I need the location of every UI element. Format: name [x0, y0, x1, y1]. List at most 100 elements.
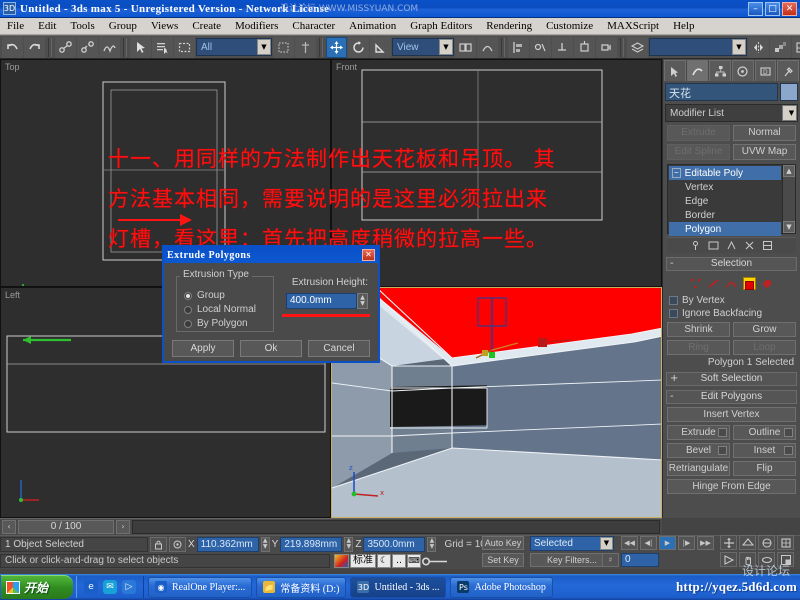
set-key-button[interactable]: Set Key — [482, 553, 524, 567]
key-mode-toggle-icon[interactable]: ♯ — [602, 553, 619, 567]
quick-modifier-extrude[interactable]: Extrude — [667, 125, 730, 141]
ime-toolbar[interactable]: 标准 ☾ ․․ ⌨ — [334, 554, 448, 568]
modifier-stack[interactable]: − Editable Poly Vertex Edge Border Polyg… — [667, 164, 796, 236]
quick-modifier-uvw-map[interactable]: UVW Map — [733, 144, 796, 160]
menu-maxscript[interactable]: MAXScript — [600, 18, 666, 34]
quick-modifier-edit-spline[interactable]: Edit Spline — [667, 144, 730, 160]
motion-tab[interactable] — [732, 60, 754, 81]
align-icon[interactable] — [508, 36, 529, 58]
stack-item-border[interactable]: Border — [669, 208, 781, 222]
make-unique-icon[interactable] — [726, 240, 737, 251]
remove-modifier-icon[interactable] — [744, 240, 755, 251]
modify-tab[interactable] — [686, 60, 709, 81]
menu-tools[interactable]: Tools — [63, 18, 101, 34]
selection-filter-combo[interactable]: All ▼ — [196, 38, 272, 56]
display-tab[interactable]: D — [754, 60, 777, 81]
checkbox-box[interactable] — [669, 309, 678, 318]
radio-group[interactable]: Group — [184, 290, 225, 301]
go-to-end-icon[interactable]: ▶▶ — [697, 536, 714, 550]
outlook-icon[interactable]: ✉ — [103, 580, 117, 594]
zoom-all-icon[interactable] — [739, 535, 756, 550]
chevron-down-icon[interactable]: ▼ — [782, 105, 797, 121]
ime-moon-icon[interactable]: ☾ — [377, 554, 391, 568]
crossing-selection-icon[interactable] — [273, 36, 294, 58]
layer-manager-icon[interactable] — [627, 36, 648, 58]
coordinate-y[interactable]: Y 219.898mm ▲ ▼ — [272, 537, 354, 552]
key-mode-combo[interactable]: Selected ▼ — [530, 536, 614, 551]
grow-button[interactable]: Grow — [733, 322, 796, 337]
menu-rendering[interactable]: Rendering — [479, 18, 539, 34]
place-highlight-icon[interactable] — [574, 36, 595, 58]
rect-selection-region-icon[interactable] — [174, 36, 195, 58]
modifier-stack-scrollbar[interactable]: ▲ ▼ — [782, 165, 795, 233]
ime-logo-icon[interactable] — [334, 554, 349, 568]
extrude-polygons-dialog[interactable]: Extrude Polygons ✕ Extrusion Type Group … — [162, 245, 380, 363]
ok-button[interactable]: Ok — [240, 340, 302, 357]
select-and-move-icon[interactable] — [326, 36, 347, 58]
radio-button[interactable] — [184, 305, 192, 314]
checkbox-by-vertex[interactable]: By Vertex — [669, 295, 800, 306]
extrusion-height-field[interactable]: 400.0mm — [286, 293, 357, 309]
collapse-icon[interactable]: − — [672, 168, 681, 178]
checkbox-box[interactable] — [669, 296, 678, 305]
taskbar-item-3dsmax[interactable]: 3D Untitled - 3ds ... — [350, 576, 447, 598]
maximize-button[interactable]: □ — [765, 1, 780, 16]
select-and-rotate-icon[interactable] — [348, 36, 369, 58]
quick-align-icon[interactable] — [530, 36, 551, 58]
use-selection-center-icon[interactable] — [477, 36, 498, 58]
retriangulate-button[interactable]: Retriangulate — [667, 461, 730, 476]
play-icon[interactable]: ▶ — [659, 536, 676, 550]
shrink-button[interactable]: Shrink — [667, 322, 730, 337]
scroll-down-icon[interactable]: ▼ — [783, 221, 795, 233]
taskbar-item-photoshop[interactable]: Ps Adobe Photoshop — [450, 576, 553, 598]
absolute-mode-icon[interactable] — [169, 537, 186, 552]
edge-icon[interactable] — [707, 277, 720, 290]
element-icon[interactable] — [761, 277, 774, 290]
taskbar-item-realone[interactable]: ◉ RealOne Player:... — [148, 576, 253, 598]
vertex-icon[interactable] — [689, 277, 702, 290]
track-bar-track[interactable] — [132, 520, 660, 534]
field-of-view-icon[interactable] — [720, 552, 737, 567]
stack-item-edge[interactable]: Edge — [669, 194, 781, 208]
select-object-icon[interactable] — [130, 36, 151, 58]
media-icon[interactable]: ▷ — [122, 580, 136, 594]
frame-range-field[interactable]: 0 / 100 — [18, 520, 114, 534]
spinner-arrows-icon[interactable]: ▲ ▼ — [357, 293, 368, 309]
insert-vertex-button[interactable]: Insert Vertex — [667, 407, 796, 422]
go-to-start-icon[interactable]: ◀◀ — [621, 536, 638, 550]
radio-button[interactable] — [184, 319, 192, 328]
extrude-settings-icon[interactable] — [718, 428, 727, 437]
taskbar-item-folder[interactable]: 📁 常备资料 (D:) — [256, 576, 347, 598]
menu-modifiers[interactable]: Modifiers — [228, 18, 285, 34]
coordinate-x[interactable]: X 110.362mm ▲ ▼ — [188, 537, 270, 552]
rollout-header-selection[interactable]: - Selection — [666, 257, 797, 271]
quick-modifier-normal[interactable]: Normal — [733, 125, 796, 141]
ring-button[interactable]: Ring — [667, 340, 730, 355]
coord-field[interactable]: 3500.0mm — [363, 537, 426, 552]
ref-coord-sys-combo[interactable]: View ▼ — [392, 38, 454, 56]
spinner-icon[interactable]: ▲ ▼ — [344, 537, 354, 552]
bevel-button[interactable]: Bevel — [667, 443, 730, 458]
polygon-icon[interactable] — [743, 276, 756, 290]
extrusion-height-spinner[interactable]: 400.0mm ▲ ▼ — [286, 293, 368, 309]
coordinate-z[interactable]: Z 3500.0mm ▲ ▼ — [355, 537, 437, 552]
inset-settings-icon[interactable] — [784, 446, 793, 455]
stack-item-vertex[interactable]: Vertex — [669, 180, 781, 194]
configure-sets-icon[interactable] — [762, 240, 773, 251]
ime-keyboard-icon[interactable]: ⌨ — [407, 554, 421, 568]
current-frame-field[interactable]: 0 — [621, 553, 659, 567]
dialog-close-icon[interactable]: ✕ — [362, 249, 375, 261]
undo-icon[interactable] — [2, 36, 23, 58]
checkbox-ignore-backfacing[interactable]: Ignore Backfacing — [669, 308, 800, 319]
radio-by-polygon[interactable]: By Polygon — [184, 318, 248, 329]
chevron-down-icon[interactable]: ▼ — [600, 537, 613, 550]
menu-help[interactable]: Help — [666, 18, 701, 34]
bevel-settings-icon[interactable] — [718, 446, 727, 455]
extrude-button[interactable]: Extrude — [667, 425, 730, 440]
show-end-result-icon[interactable] — [708, 240, 719, 251]
stack-item-editable-poly[interactable]: − Editable Poly — [669, 166, 781, 180]
apply-button[interactable]: Apply — [172, 340, 234, 357]
close-button[interactable]: ✕ — [782, 1, 797, 16]
utilities-tab[interactable] — [777, 60, 800, 81]
outline-settings-icon[interactable] — [784, 428, 793, 437]
